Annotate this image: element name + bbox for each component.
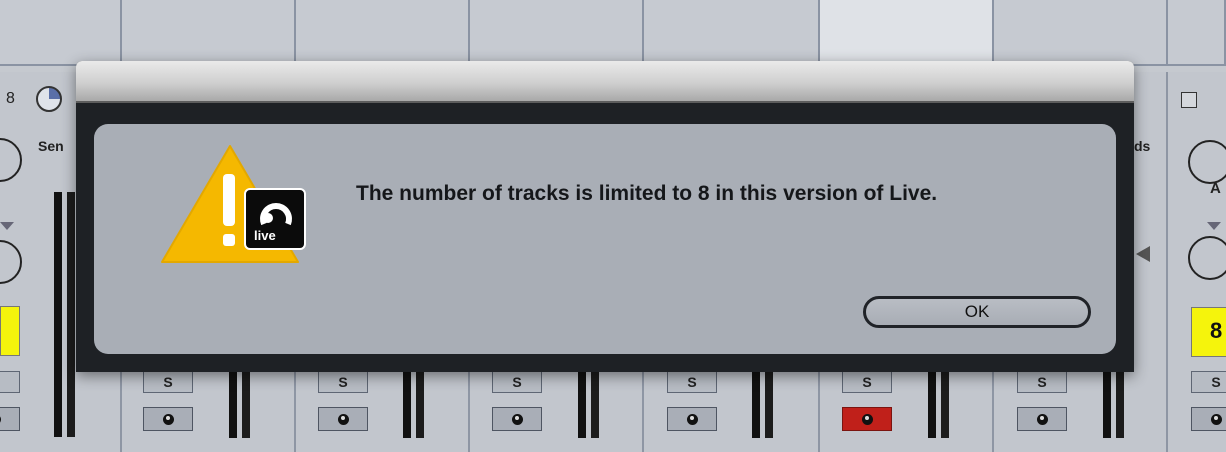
warning-triangle-icon: live <box>160 144 320 274</box>
live-badge-label: live <box>254 228 276 243</box>
alert-dialog: live The number of tracks is limited to … <box>76 61 1134 372</box>
collapse-arrow-icon[interactable] <box>1136 246 1150 262</box>
level-meter <box>765 372 773 438</box>
send-knob[interactable] <box>1188 140 1226 184</box>
arm-button[interactable] <box>492 407 542 431</box>
record-arm-icon <box>0 413 1 425</box>
level-meter <box>578 372 586 438</box>
level-meter <box>242 372 250 438</box>
level-meter <box>591 372 599 438</box>
chevron-down-icon <box>0 222 14 230</box>
solo-button[interactable]: S <box>667 371 717 393</box>
chevron-down-icon <box>1207 222 1221 230</box>
record-arm-icon <box>337 413 349 425</box>
level-meter <box>403 372 411 438</box>
level-meter <box>1103 372 1111 438</box>
record-arm-icon <box>1210 413 1222 425</box>
dialog-message: The number of tracks is limited to 8 in … <box>356 182 938 205</box>
level-meter <box>752 372 760 438</box>
solo-button[interactable]: S <box>842 371 892 393</box>
record-arm-icon <box>162 413 174 425</box>
solo-button[interactable]: S <box>318 371 368 393</box>
clip-slot[interactable] <box>644 0 820 66</box>
level-meter <box>54 192 62 437</box>
arm-button[interactable] <box>0 407 20 431</box>
clip-slot[interactable] <box>994 0 1168 66</box>
dialog-body: live The number of tracks is limited to … <box>94 124 1116 354</box>
level-meter <box>67 192 75 437</box>
clip-slot-selected[interactable] <box>820 0 994 66</box>
level-meter <box>229 372 237 438</box>
record-arm-icon <box>686 413 698 425</box>
solo-button[interactable]: S <box>1191 371 1226 393</box>
track-activator-checkbox[interactable] <box>1181 92 1197 108</box>
solo-button[interactable]: S <box>492 371 542 393</box>
arm-button[interactable] <box>1191 407 1226 431</box>
arm-button[interactable] <box>1017 407 1067 431</box>
solo-button[interactable]: S <box>1017 371 1067 393</box>
level-meter <box>928 372 936 438</box>
pan-knob-icon[interactable] <box>1188 236 1226 280</box>
solo-button[interactable] <box>0 371 20 393</box>
level-meter <box>416 372 424 438</box>
clip-slot[interactable] <box>470 0 644 66</box>
clip-slot[interactable] <box>1168 0 1226 66</box>
record-arm-icon <box>511 413 523 425</box>
track-volume-display[interactable]: 8 <box>1191 307 1226 357</box>
dialog-titlebar[interactable] <box>76 61 1134 103</box>
track-number: 8 <box>6 90 15 107</box>
sends-label: ds <box>1134 138 1151 154</box>
ok-button[interactable]: OK <box>863 296 1091 328</box>
solo-button[interactable]: S <box>143 371 193 393</box>
arm-button[interactable] <box>318 407 368 431</box>
clip-slot[interactable] <box>122 0 296 66</box>
clip-slot[interactable] <box>296 0 470 66</box>
arm-button-armed[interactable] <box>842 407 892 431</box>
live-logo-icon: live <box>244 188 306 250</box>
level-meter <box>941 372 949 438</box>
record-arm-icon <box>861 413 873 425</box>
sends-label: Sen <box>38 138 64 154</box>
level-meter <box>1116 372 1124 438</box>
arm-button[interactable] <box>143 407 193 431</box>
track-volume-display[interactable] <box>0 306 20 356</box>
clip-slot[interactable] <box>0 0 122 66</box>
track-divider <box>1166 72 1168 452</box>
arm-button[interactable] <box>667 407 717 431</box>
record-arm-icon <box>1036 413 1048 425</box>
send-letter: A <box>1210 180 1221 197</box>
track-activator-pie-icon[interactable] <box>36 86 62 112</box>
